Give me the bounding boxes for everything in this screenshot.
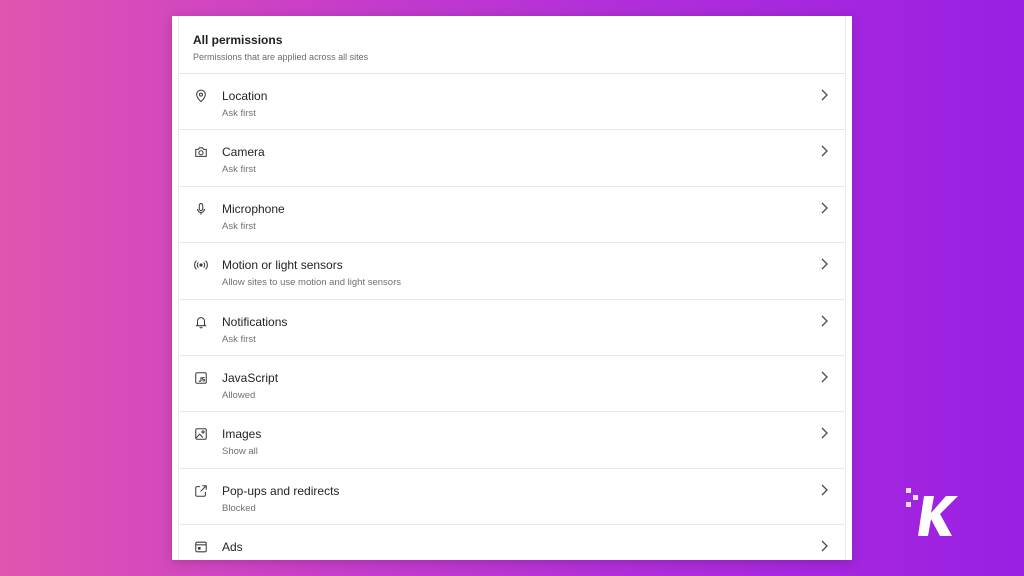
permission-status: Ask first: [222, 108, 256, 119]
chevron-right-icon: [819, 314, 829, 328]
permission-label: Notifications: [222, 314, 288, 329]
permission-status: Allowed: [222, 389, 256, 401]
permission-row-camera[interactable]: Camera Ask first: [179, 130, 845, 187]
chevron-right-icon: [819, 426, 829, 440]
permission-status: Ask first: [222, 164, 256, 176]
k-logo-icon: [904, 486, 964, 542]
chevron-right-icon: [819, 370, 829, 384]
permission-label: Ads: [222, 540, 243, 555]
permission-label: Images: [222, 427, 262, 442]
chevron-right-icon: [819, 483, 829, 497]
permissions-panel: All permissions Permissions that are app…: [172, 16, 852, 560]
permissions-panel-content: All permissions Permissions that are app…: [178, 16, 846, 560]
ads-icon: [194, 540, 208, 554]
permission-row-images[interactable]: Images Show all: [179, 412, 845, 469]
bell-icon: [194, 315, 208, 329]
external-link-icon: [194, 484, 208, 498]
section-title: All permissions: [193, 33, 283, 47]
permission-row-notifications[interactable]: Notifications Ask first: [179, 300, 845, 356]
permission-row-location[interactable]: Location Ask first: [179, 74, 845, 131]
permission-label: Motion or light sensors: [222, 258, 343, 273]
permission-status: Allow sites to use motion and light sens…: [222, 277, 402, 289]
javascript-icon: [194, 371, 208, 385]
permission-label: Camera: [222, 145, 265, 160]
camera-icon: [194, 145, 208, 159]
permission-row-javascript[interactable]: JavaScript Allowed: [179, 356, 845, 413]
sensor-waves-icon: [194, 258, 208, 272]
permission-label: JavaScript: [222, 370, 279, 385]
permission-label: Location: [222, 89, 268, 103]
permission-row-microphone[interactable]: Microphone Ask first: [179, 187, 845, 244]
permission-label: Pop-ups and redirects: [222, 483, 340, 498]
location-pin-icon: [194, 89, 208, 103]
permission-status: Blocked: [222, 502, 256, 514]
permission-label: Microphone: [222, 201, 285, 216]
chevron-right-icon: [819, 88, 829, 102]
permission-status: Ask first: [222, 220, 256, 232]
chevron-right-icon: [819, 539, 829, 553]
section-header: All permissions Permissions that are app…: [179, 16, 845, 74]
chevron-right-icon: [819, 257, 829, 271]
section-subtitle: Permissions that are applied across all …: [193, 52, 369, 62]
chevron-right-icon: [819, 201, 829, 215]
microphone-icon: [194, 202, 208, 216]
permission-row-ads[interactable]: Ads: [179, 525, 845, 560]
permission-status: Ask first: [222, 333, 256, 345]
permission-row-popups[interactable]: Pop-ups and redirects Blocked: [179, 469, 845, 526]
chevron-right-icon: [819, 144, 829, 158]
permission-status: Show all: [222, 446, 258, 458]
permissions-list: Location Ask first Camera Ask first Micr…: [179, 74, 845, 560]
permission-row-motion-sensors[interactable]: Motion or light sensors Allow sites to u…: [179, 243, 845, 300]
image-icon: [194, 427, 208, 441]
